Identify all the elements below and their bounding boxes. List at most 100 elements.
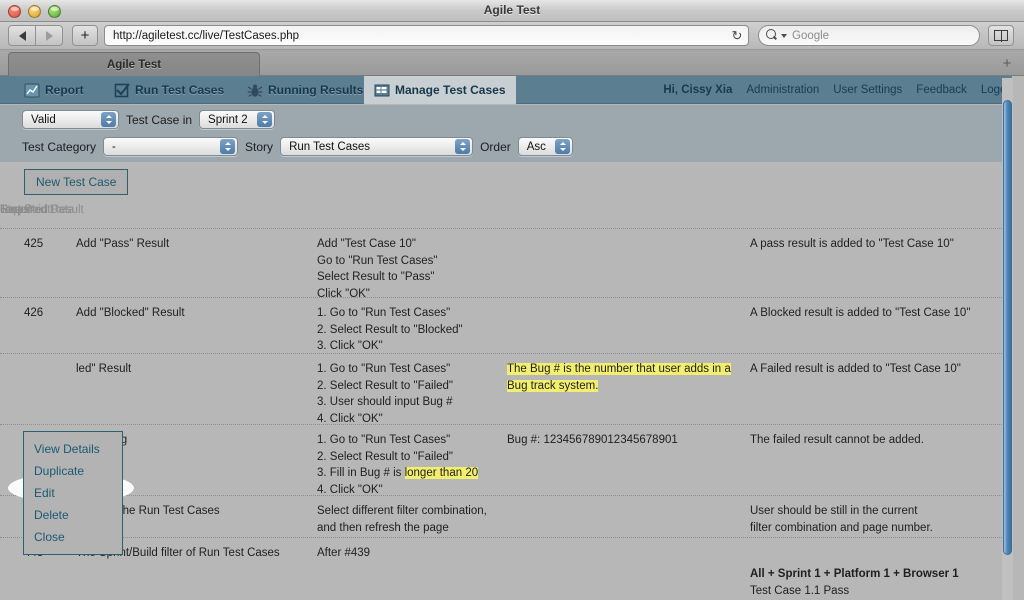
add-bookmark-button[interactable]: + <box>72 25 98 46</box>
context-menu-item-close[interactable]: Close <box>24 526 122 548</box>
context-menu: View Details Duplicate Edit Delete Close <box>23 431 123 555</box>
reader-view-button[interactable] <box>988 25 1014 46</box>
cell-steps: Add "Test Case 10" Go to "Run Test Cases… <box>317 236 507 302</box>
order-select[interactable]: Asc <box>518 137 573 156</box>
chevron-updown-icon <box>555 139 570 154</box>
nav-tab-label: Manage Test Cases <box>395 83 506 97</box>
url-text[interactable]: http://agiletest.cc/live/TestCases.php <box>105 30 726 42</box>
nav-tab-manage-test-cases[interactable]: Manage Test Cases <box>364 76 516 104</box>
table-row[interactable]: 443 The Sprint/Build filter of Run Test … <box>0 537 1010 600</box>
address-bar[interactable]: http://agiletest.cc/live/TestCases.php ↻ <box>104 25 749 46</box>
search-bar[interactable]: Google <box>758 25 980 46</box>
cell-required-data <box>507 236 750 302</box>
tab-agile-test[interactable]: Agile Test <box>8 52 260 76</box>
forward-button[interactable] <box>35 25 63 46</box>
nav-tab-label: Run Test Cases <box>135 83 224 97</box>
search-dropdown-icon[interactable] <box>781 34 787 38</box>
header-expected-result: Expected Result <box>0 202 84 219</box>
vertical-scrollbar[interactable] <box>1002 78 1013 600</box>
cell-expected-result: User should be still in the current filt… <box>750 503 1000 536</box>
test-category-label: Test Category <box>22 140 96 154</box>
sprint-select-value: Sprint 2 <box>208 114 248 126</box>
context-menu-item-delete[interactable]: Delete <box>24 504 122 526</box>
cell-steps: After #439 <box>317 545 507 600</box>
expected-result-title: All + Sprint 1 + Platform 1 + Browser 1 <box>750 566 1000 583</box>
chevron-updown-icon <box>220 139 235 154</box>
site-navigation: Report Run Test Cases Running Results <box>0 76 1024 104</box>
chevron-updown-icon <box>101 112 116 127</box>
chevron-updown-icon <box>455 139 470 154</box>
story-select[interactable]: Run Test Cases <box>280 137 473 156</box>
chart-icon <box>24 83 40 98</box>
browser-toolbar: + http://agiletest.cc/live/TestCases.php… <box>0 22 1024 50</box>
context-menu-item-duplicate[interactable]: Duplicate <box>24 460 122 482</box>
link-feedback[interactable]: Feedback <box>916 84 967 96</box>
link-administration[interactable]: Administration <box>746 84 819 96</box>
page-right-margin <box>1012 76 1024 600</box>
context-menu-item-view-details[interactable]: View Details <box>24 438 122 460</box>
table-row[interactable]: 425 Add "Pass" Result Add "Test Case 10"… <box>0 228 1010 297</box>
link-user-settings[interactable]: User Settings <box>833 84 902 96</box>
new-test-case-button[interactable]: New Test Case <box>24 169 128 195</box>
validity-select[interactable]: Valid <box>22 110 119 129</box>
search-input[interactable]: Google <box>792 30 829 42</box>
cell-case[interactable]: 425 <box>24 236 76 302</box>
test-cases-table: Case# Test Point Steps Required Data Exp… <box>0 202 1010 600</box>
cell-required-data <box>507 305 750 355</box>
new-tab-button[interactable]: + <box>998 54 1016 72</box>
scrollbar-thumb[interactable] <box>1003 100 1012 555</box>
cell-steps: 1. Go to "Run Test Cases" 2. Select Resu… <box>317 305 507 355</box>
story-label: Story <box>245 140 273 154</box>
sprint-select[interactable]: Sprint 2 <box>199 110 275 129</box>
filter-bar: Valid Test Case in Sprint 2 Test Categor… <box>0 105 1024 162</box>
story-select-value: Run Test Cases <box>289 141 370 153</box>
title-bar: Agile Test <box>0 0 1024 22</box>
table-header-row: Case# Test Point Steps Required Data Exp… <box>0 202 1010 228</box>
cell-expected-result: All + Sprint 1 + Platform 1 + Browser 1 … <box>750 545 1000 600</box>
web-page: Report Run Test Cases Running Results <box>0 76 1024 600</box>
cell-test-point: led" Result <box>76 361 317 427</box>
nav-tab-running-results[interactable]: Running Results <box>237 76 373 104</box>
back-arrow-icon <box>19 31 26 41</box>
validity-select-value: Valid <box>31 114 56 126</box>
cell-required-data: Bug #: 123456789012345678901 <box>507 432 750 498</box>
user-links: Hi, Cissy Xia Administration User Settin… <box>663 76 1016 104</box>
user-greeting: Hi, Cissy Xia <box>663 84 732 96</box>
steps-text-post: 4. Click "OK" <box>317 484 383 496</box>
forward-arrow-icon <box>46 31 53 41</box>
nav-tab-label: Running Results <box>268 83 363 97</box>
cell-steps: Select different filter combination, and… <box>317 503 507 536</box>
cell-steps: 1. Go to "Run Test Cases" 2. Select Resu… <box>317 432 507 498</box>
table-row[interactable]: led" Result 1. Go to "Run Test Cases" 2.… <box>0 353 1010 424</box>
nav-tab-report[interactable]: Report <box>14 76 94 104</box>
table-row[interactable]: 426 Add "Blocked" Result 1. Go to "Run T… <box>0 297 1010 353</box>
back-button[interactable] <box>8 25 36 46</box>
reload-icon[interactable]: ↻ <box>726 28 748 44</box>
cell-case[interactable]: 426 <box>24 305 76 355</box>
order-label: Order <box>480 140 511 154</box>
table-row[interactable]: gth of bug 1. Go to "Run Test Cases" 2. … <box>0 424 1010 495</box>
reader-view-icon <box>994 30 1008 41</box>
grid-icon <box>374 83 390 98</box>
chevron-updown-icon <box>257 112 272 127</box>
table-row[interactable]: 435 Refresh the Run Test Cases Select di… <box>0 495 1010 537</box>
cell-required-data <box>507 503 750 536</box>
steps-text-highlight: longer than 20 <box>405 467 479 479</box>
cell-expected-result: The failed result cannot be added. <box>750 432 1000 498</box>
tab-strip: Agile Test + <box>0 50 1024 76</box>
context-menu-item-edit[interactable]: Edit <box>24 482 122 504</box>
cell-case[interactable] <box>24 361 76 427</box>
nav-tab-label: Report <box>45 83 84 97</box>
test-category-select-value: - <box>112 141 116 153</box>
cell-test-point: Add "Blocked" Result <box>76 305 317 355</box>
nav-tab-run-test-cases[interactable]: Run Test Cases <box>104 76 234 104</box>
cell-expected-result: A Blocked result is added to "Test Case … <box>750 305 1000 355</box>
test-category-select[interactable]: - <box>103 137 238 156</box>
magnifier-icon <box>766 29 780 42</box>
cell-test-point: Add "Pass" Result <box>76 236 317 302</box>
checkbox-icon <box>114 83 130 98</box>
expected-result-list: Test Case 1.1 Pass Test Case 1.2 Pass Te… <box>750 583 1000 600</box>
cell-expected-result: A Failed result is added to "Test Case 1… <box>750 361 1000 427</box>
window-title: Agile Test <box>0 3 1024 17</box>
cell-expected-result: A pass result is added to "Test Case 10" <box>750 236 1000 302</box>
